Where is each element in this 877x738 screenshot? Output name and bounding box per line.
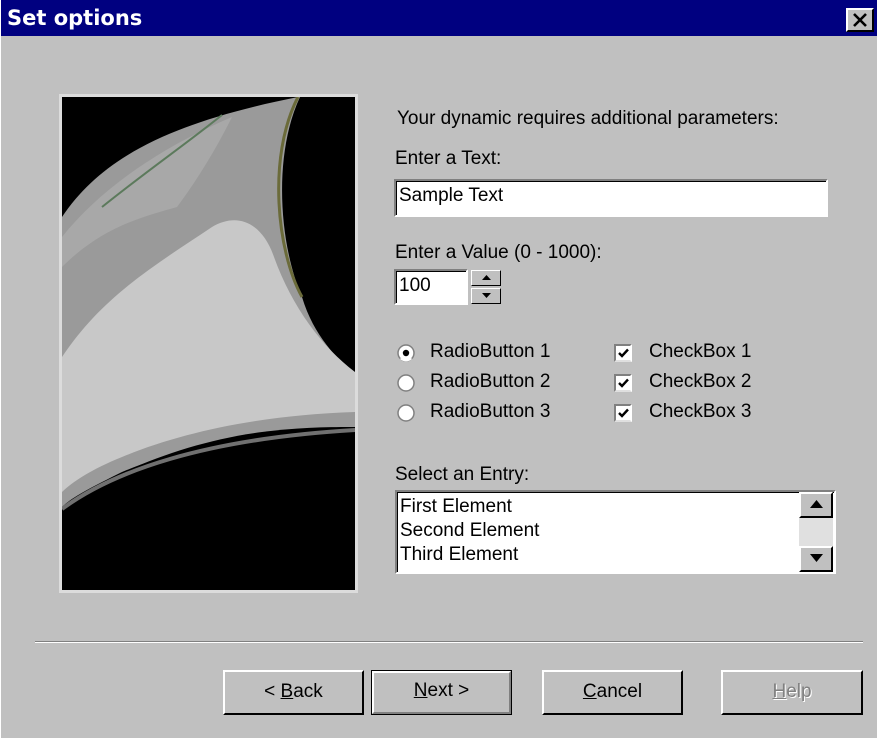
checkbox-1-box[interactable] (614, 344, 632, 362)
scroll-up-icon (810, 500, 823, 508)
next-button[interactable]: Next > (371, 670, 512, 715)
scroll-down-icon (810, 554, 823, 562)
help-button: Help (721, 670, 863, 715)
checkmark-icon (618, 408, 629, 418)
list-item[interactable]: Second Element (400, 520, 539, 542)
list-label: Select an Entry: (395, 464, 530, 485)
text-input[interactable]: Sample Text (394, 179, 828, 217)
radio-empty-icon[interactable] (397, 374, 415, 392)
spin-down-icon (482, 293, 491, 298)
separator-highlight (35, 642, 863, 643)
checkbox-1-label: CheckBox 1 (649, 341, 752, 362)
radio-selected-icon[interactable] (397, 344, 415, 362)
dialog-window: Set options Your dynamic requires additi… (0, 0, 877, 738)
title-bar[interactable]: Set options (1, 0, 877, 36)
value-input[interactable]: 100 (394, 269, 468, 305)
checkmark-icon (618, 348, 629, 358)
cancel-button[interactable]: Cancel (542, 670, 683, 715)
radio-2-label: RadioButton 2 (430, 371, 551, 392)
checkbox-2-label: CheckBox 2 (649, 371, 752, 392)
list-scrollbar[interactable] (799, 492, 833, 572)
scroll-down-button[interactable] (799, 546, 833, 572)
close-button[interactable] (846, 8, 874, 32)
checkmark-icon (618, 378, 629, 388)
window-title: Set options (7, 6, 143, 30)
radio-1-label: RadioButton 1 (430, 341, 551, 362)
list-item[interactable]: Third Element (400, 544, 518, 566)
scroll-up-button[interactable] (799, 492, 833, 518)
prompt-text: Your dynamic requires additional paramet… (397, 108, 779, 129)
value-field-label: Enter a Value (0 - 1000): (395, 242, 602, 263)
value-input-value: 100 (399, 275, 431, 296)
list-item[interactable]: First Element (400, 496, 512, 518)
text-input-value: Sample Text (399, 185, 504, 206)
wizard-image (59, 94, 358, 593)
spin-up-button[interactable] (471, 270, 501, 286)
checkbox-2-box[interactable] (614, 374, 632, 392)
checkbox-3-label: CheckBox 3 (649, 401, 752, 422)
radio-3-label: RadioButton 3 (430, 401, 551, 422)
back-button[interactable]: < Back (223, 670, 364, 715)
text-field-label: Enter a Text: (395, 148, 502, 169)
checkbox-3-box[interactable] (614, 404, 632, 422)
radio-empty-icon[interactable] (397, 404, 415, 422)
entry-listbox[interactable]: First Element Second Element Third Eleme… (395, 490, 836, 574)
close-icon (853, 13, 867, 27)
spin-down-button[interactable] (471, 288, 501, 304)
spin-up-icon (482, 275, 491, 280)
